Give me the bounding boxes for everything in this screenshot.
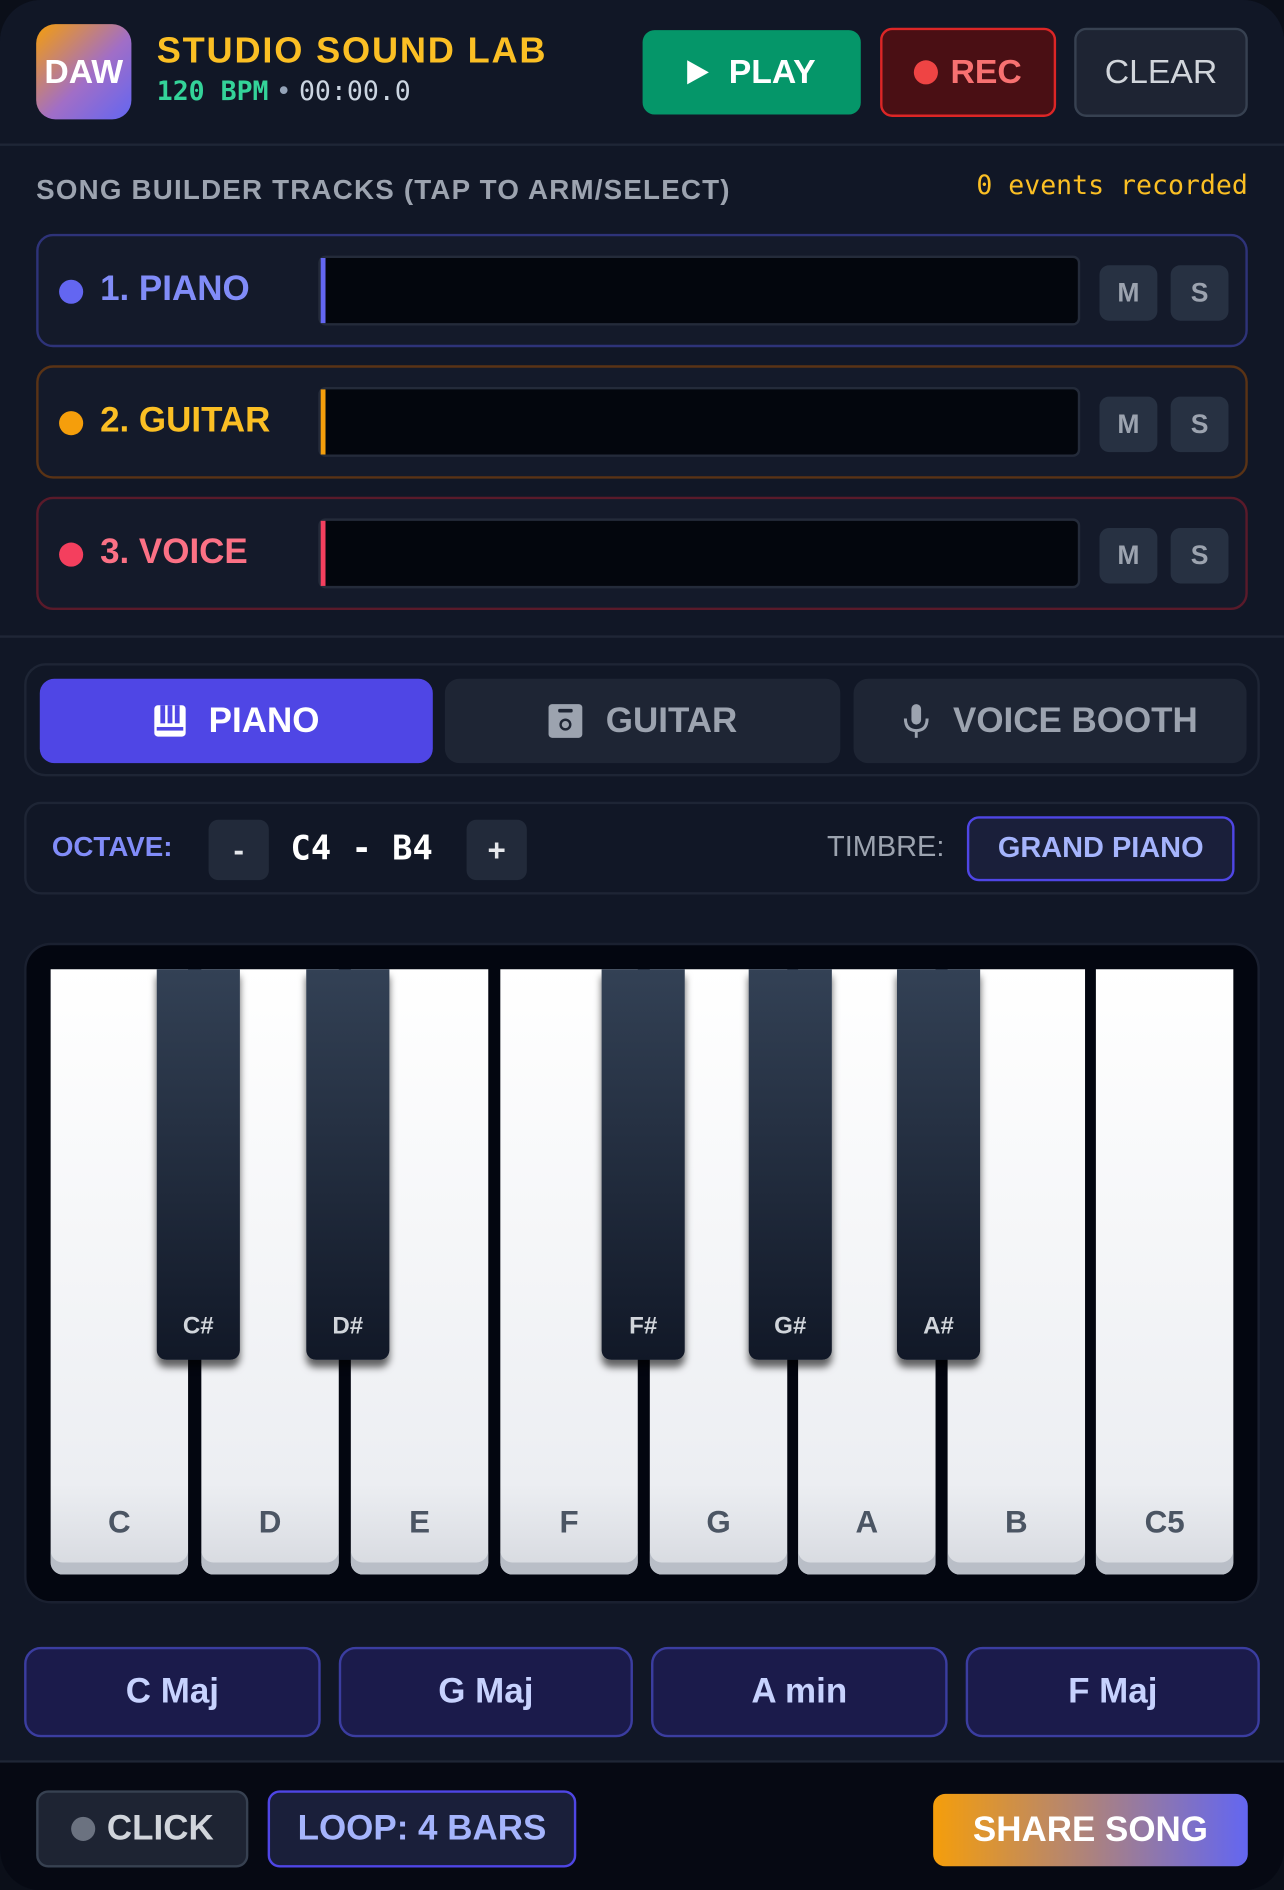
record-button[interactable]: REC: [880, 27, 1057, 117]
track-color-dot: [59, 542, 84, 567]
track-lane[interactable]: [318, 386, 1081, 457]
track-piano[interactable]: 1. PIANO M S: [36, 233, 1248, 348]
playhead: [320, 257, 326, 324]
black-key-g-sharp[interactable]: G#: [748, 969, 832, 1360]
clear-button[interactable]: CLEAR: [1074, 27, 1248, 117]
key-label: B: [1004, 1503, 1028, 1540]
readout-separator: •: [275, 77, 292, 108]
black-key-d-sharp[interactable]: D#: [306, 969, 390, 1360]
piano-keyboard: C D E F G A B C5 C# D# F# G# A#: [24, 942, 1260, 1604]
timbre-select[interactable]: GRAND PIANO: [966, 816, 1235, 882]
record-button-label: REC: [950, 53, 1022, 91]
black-key-a-sharp[interactable]: A#: [896, 969, 981, 1360]
key-label: F#: [629, 1312, 658, 1340]
play-button[interactable]: PLAY: [642, 30, 861, 115]
black-key-c-sharp[interactable]: C#: [156, 969, 240, 1360]
tab-guitar[interactable]: GUITAR: [444, 678, 841, 764]
key-label: C#: [182, 1312, 214, 1340]
clear-button-label: CLEAR: [1104, 53, 1218, 91]
share-song-button[interactable]: SHARE SONG: [933, 1793, 1248, 1867]
chord-button-c-maj[interactable]: C Maj: [24, 1646, 321, 1738]
metronome-status-icon: [70, 1816, 95, 1841]
black-key-f-sharp[interactable]: F#: [601, 969, 685, 1360]
octave-up-button[interactable]: +: [466, 819, 527, 881]
piano-icon: [154, 705, 186, 737]
tab-piano[interactable]: PIANO: [39, 678, 433, 764]
bpm-readout: 120 BPM: [156, 77, 269, 108]
key-label: G#: [774, 1312, 807, 1340]
record-icon: [914, 60, 939, 85]
time-readout: 00:00.0: [298, 77, 411, 108]
chord-button-f-maj[interactable]: F Maj: [965, 1646, 1260, 1738]
track-color-dot: [59, 411, 84, 436]
footer-bar: CLICK LOOP: 4 BARS SHARE SONG: [0, 1760, 1284, 1890]
playhead: [320, 520, 326, 586]
key-label: D#: [332, 1312, 364, 1340]
transport-readout: 120 BPM • 00:00.0: [157, 77, 411, 107]
loop-button[interactable]: LOOP: 4 BARS: [267, 1790, 577, 1868]
key-label: C5: [1144, 1503, 1185, 1540]
daw-app: DAW STUDIO SOUND LAB 120 BPM • 00:00.0 PLA…: [0, 0, 1284, 1890]
track-lane[interactable]: [318, 255, 1081, 326]
track-name: 3. VOICE: [100, 532, 248, 572]
key-label: D: [258, 1503, 282, 1540]
chord-button-a-min[interactable]: A min: [651, 1646, 948, 1738]
track-lane[interactable]: [318, 518, 1081, 589]
key-label: C: [108, 1503, 131, 1540]
key-label: E: [409, 1503, 431, 1540]
tracks-heading: SONG BUILDER TRACKS (TAP TO ARM/SELECT): [36, 173, 731, 205]
key-label: F: [559, 1503, 579, 1540]
track-name: 1. PIANO: [100, 270, 250, 309]
mute-button[interactable]: M: [1099, 265, 1158, 321]
play-button-label: PLAY: [728, 53, 816, 91]
octave-down-button[interactable]: -: [208, 819, 269, 881]
play-icon: [687, 60, 710, 85]
track-guitar[interactable]: 2. GUITAR M S: [36, 365, 1248, 479]
playhead: [320, 389, 326, 455]
key-label: A#: [923, 1312, 954, 1340]
timbre-label: TIMBRE:: [827, 830, 945, 864]
mute-button[interactable]: M: [1099, 528, 1158, 584]
tab-label: PIANO: [208, 701, 320, 740]
microphone-icon: [904, 704, 930, 738]
events-counter: 0 events recorded: [976, 171, 1248, 202]
solo-button[interactable]: S: [1170, 265, 1229, 321]
track-name: 2. GUITAR: [100, 401, 271, 441]
mute-button[interactable]: M: [1099, 396, 1158, 453]
white-key-c5[interactable]: C5: [1095, 969, 1234, 1575]
chord-button-g-maj[interactable]: G Maj: [338, 1646, 633, 1738]
section-divider: [0, 635, 1284, 638]
key-label: G: [706, 1503, 731, 1540]
key-label: A: [855, 1503, 879, 1540]
guitar-icon: [549, 704, 583, 738]
click-toggle[interactable]: CLICK: [36, 1790, 249, 1868]
octave-label: OCTAVE:: [51, 830, 173, 863]
app-header: DAW STUDIO SOUND LAB 120 BPM • 00:00.0 PLA…: [0, 0, 1284, 146]
instrument-tabs: PIANO GUITAR VOICE BOOTH: [24, 663, 1260, 777]
click-label: CLICK: [106, 1809, 214, 1848]
solo-button[interactable]: S: [1170, 396, 1229, 453]
tab-label: VOICE BOOTH: [953, 701, 1198, 740]
app-title: STUDIO SOUND LAB: [156, 31, 548, 72]
tab-label: GUITAR: [605, 701, 738, 740]
app-logo: DAW: [36, 24, 132, 120]
track-color-dot: [59, 279, 84, 304]
track-voice[interactable]: 3. VOICE M S: [36, 496, 1248, 611]
octave-controls: OCTAVE: - C4 - B4 + TIMBRE: GRAND PIANO: [24, 801, 1260, 895]
tab-voice-booth[interactable]: VOICE BOOTH: [853, 678, 1247, 764]
solo-button[interactable]: S: [1170, 528, 1229, 584]
octave-range: C4 - B4: [290, 828, 433, 869]
